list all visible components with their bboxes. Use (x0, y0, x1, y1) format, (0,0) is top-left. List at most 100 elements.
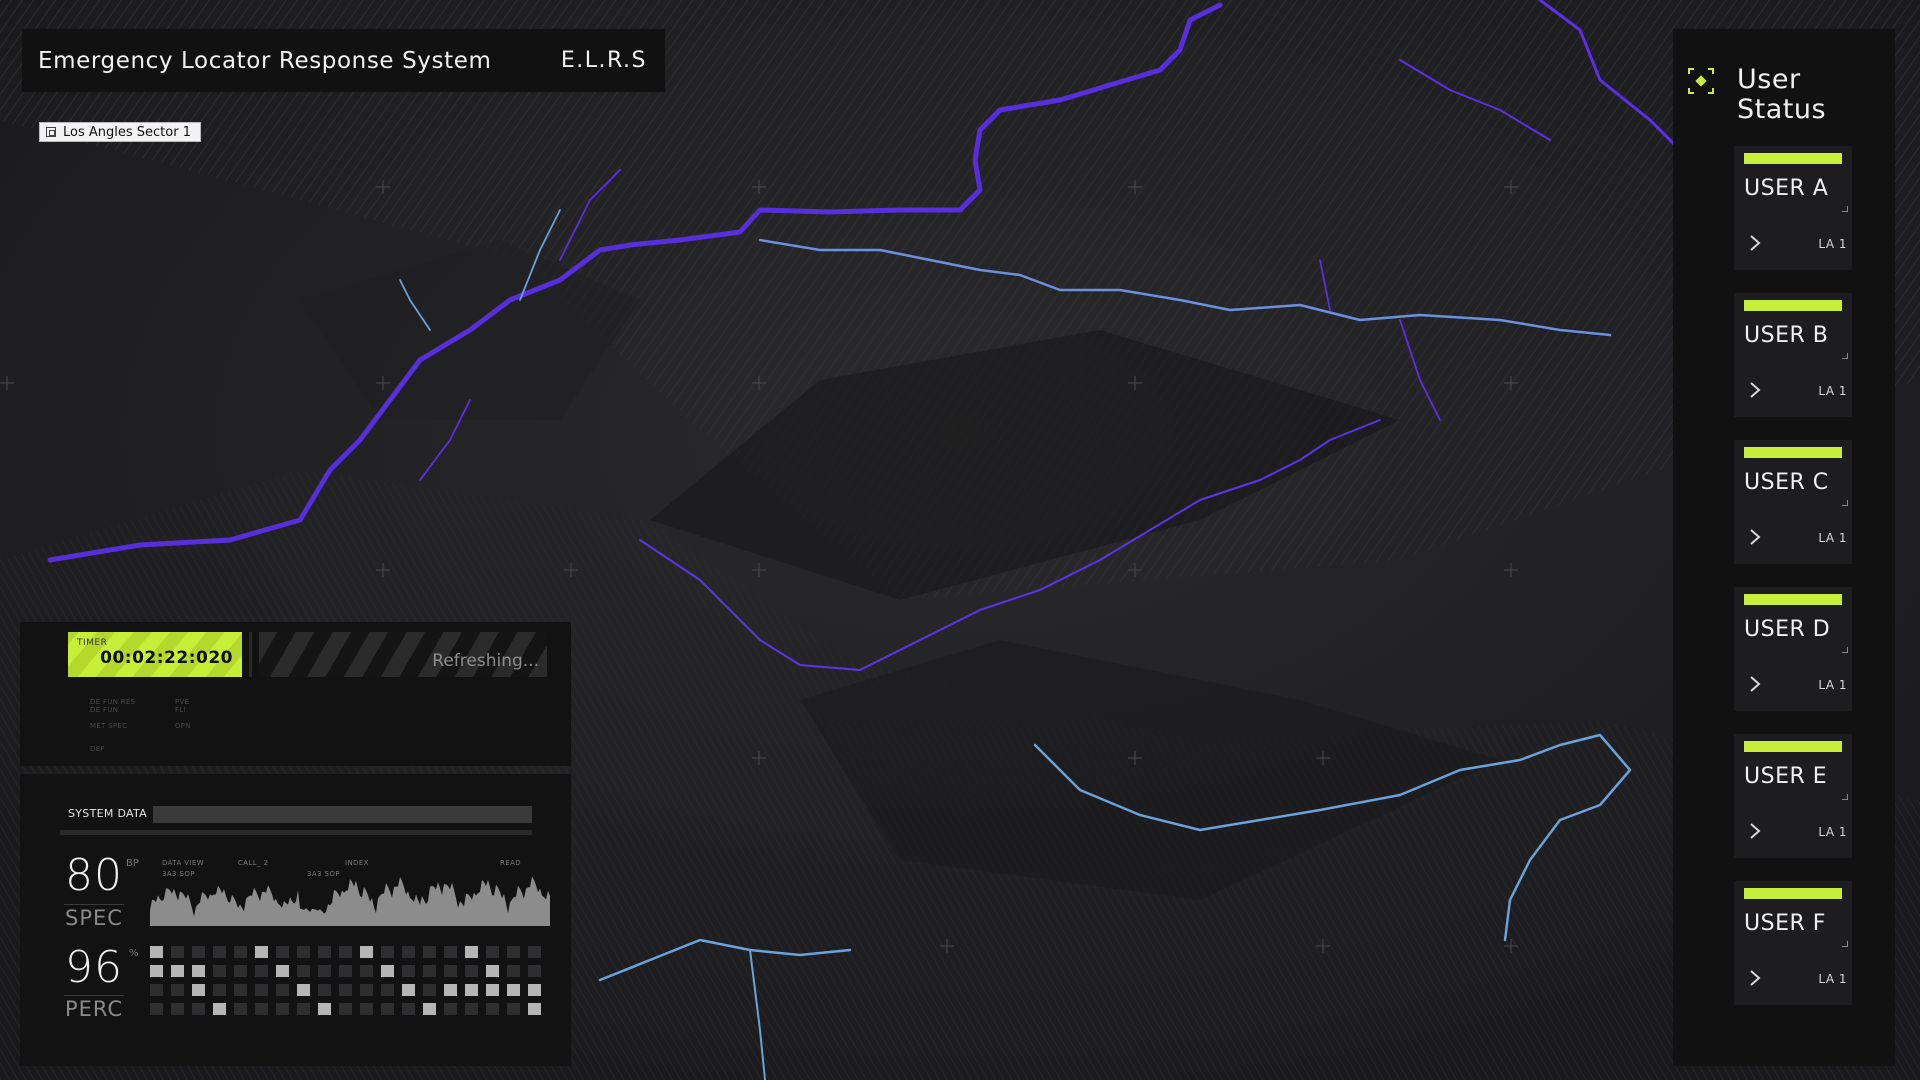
corner-mark (1842, 500, 1848, 506)
timer-meta-2: DE FUN (90, 706, 119, 714)
level-cell (507, 946, 520, 958)
user-card-d[interactable]: USER D LA 1 (1734, 587, 1852, 711)
level-cell (381, 965, 394, 977)
level-cell (465, 984, 478, 996)
timer-meta-7: OPN (175, 722, 191, 730)
waveform-fill (150, 876, 550, 926)
timer-divider (249, 632, 252, 677)
metric-spec-value: 80 (65, 850, 123, 901)
chevron-right-icon[interactable] (1748, 234, 1762, 252)
user-location: LA 1 (1818, 678, 1847, 692)
chevron-right-icon[interactable] (1748, 822, 1762, 840)
level-cell (171, 946, 184, 958)
sector-badge[interactable]: Los Angles Sector 1 (39, 122, 201, 142)
level-cell (339, 1003, 352, 1015)
level-cell (255, 946, 268, 958)
chevron-right-icon[interactable] (1748, 675, 1762, 693)
level-cell (528, 1003, 541, 1015)
level-cell (423, 946, 436, 958)
app-abbreviation: E.L.R.S (560, 48, 647, 73)
chevron-right-icon[interactable] (1748, 381, 1762, 399)
level-cell (171, 1003, 184, 1015)
level-cell (171, 965, 184, 977)
level-cell (213, 1003, 226, 1015)
metric-perc-unit: % (129, 948, 139, 959)
level-cell (507, 1003, 520, 1015)
user-location: LA 1 (1818, 972, 1847, 986)
level-cell (234, 1003, 247, 1015)
level-cell (381, 1003, 394, 1015)
level-cell (486, 946, 499, 958)
user-status-panel: User Status USER A LA 1 USER B LA 1 USER… (1673, 29, 1895, 1066)
level-cell (150, 946, 163, 958)
level-cell (444, 946, 457, 958)
level-cell (192, 946, 205, 958)
user-card-a[interactable]: USER A LA 1 (1734, 146, 1852, 270)
metric-perc-label: PERC (65, 997, 124, 1021)
level-cell (402, 1003, 415, 1015)
waveform-chart (150, 876, 550, 926)
system-data-title: SYSTEM DATA (68, 807, 147, 820)
chevron-right-icon[interactable] (1748, 528, 1762, 546)
level-cell (528, 984, 541, 996)
timer-meta-6: FLI (175, 706, 186, 714)
chevron-right-icon[interactable] (1748, 969, 1762, 987)
level-cell (234, 946, 247, 958)
level-cell (297, 1003, 310, 1015)
user-status-bar (1744, 741, 1842, 752)
level-cell (255, 984, 268, 996)
level-cell (360, 984, 373, 996)
corner-mark (1842, 353, 1848, 359)
timer-value: 00:02:22:020 (100, 648, 233, 668)
level-cell (255, 965, 268, 977)
refresh-status-bar: Refreshing... (259, 632, 547, 677)
user-name: USER F (1744, 911, 1826, 936)
level-cell (465, 1003, 478, 1015)
level-cell (444, 965, 457, 977)
corner-mark (1842, 206, 1848, 212)
sector-label: Los Angles Sector 1 (63, 124, 191, 140)
corner-mark (1842, 794, 1848, 800)
sector-icon (46, 127, 56, 137)
timer-meta-3: MET SPEC (90, 722, 128, 730)
level-cell (213, 965, 226, 977)
level-cell (339, 965, 352, 977)
metric-spec-unit: BP (126, 858, 139, 869)
level-cell (444, 984, 457, 996)
level-cell (402, 984, 415, 996)
user-location: LA 1 (1818, 237, 1847, 251)
level-cell (150, 984, 163, 996)
timer-display: TIMER 00:02:22:020 (68, 632, 242, 677)
level-cell (150, 965, 163, 977)
user-card-e[interactable]: USER E LA 1 (1734, 734, 1852, 858)
user-status-bar (1744, 888, 1842, 899)
level-cell (318, 946, 331, 958)
metric-perc-value: 96 (65, 942, 123, 993)
user-status-bar (1744, 594, 1842, 605)
app-title: Emergency Locator Response System (38, 47, 492, 74)
level-cell (381, 946, 394, 958)
level-cell (318, 984, 331, 996)
level-cell (465, 946, 478, 958)
level-cell (486, 1003, 499, 1015)
level-cell (381, 984, 394, 996)
level-cell (192, 1003, 205, 1015)
timer-label: TIMER (77, 638, 108, 648)
level-cell (423, 984, 436, 996)
user-status-bar (1744, 300, 1842, 311)
system-data-divider (60, 830, 532, 835)
user-status-title-line2: Status (1737, 94, 1827, 125)
level-cell (297, 984, 310, 996)
level-cell (255, 1003, 268, 1015)
metric-spec-rule (64, 904, 124, 905)
refresh-status-text: Refreshing... (432, 651, 539, 671)
user-location: LA 1 (1818, 531, 1847, 545)
level-cell (402, 946, 415, 958)
user-card-b[interactable]: USER B LA 1 (1734, 293, 1852, 417)
user-card-c[interactable]: USER C LA 1 (1734, 440, 1852, 564)
focus-target-icon (1688, 68, 1714, 94)
corner-mark (1842, 647, 1848, 653)
level-cell (507, 965, 520, 977)
user-card-f[interactable]: USER F LA 1 (1734, 881, 1852, 1005)
user-status-title: User Status (1737, 65, 1826, 125)
